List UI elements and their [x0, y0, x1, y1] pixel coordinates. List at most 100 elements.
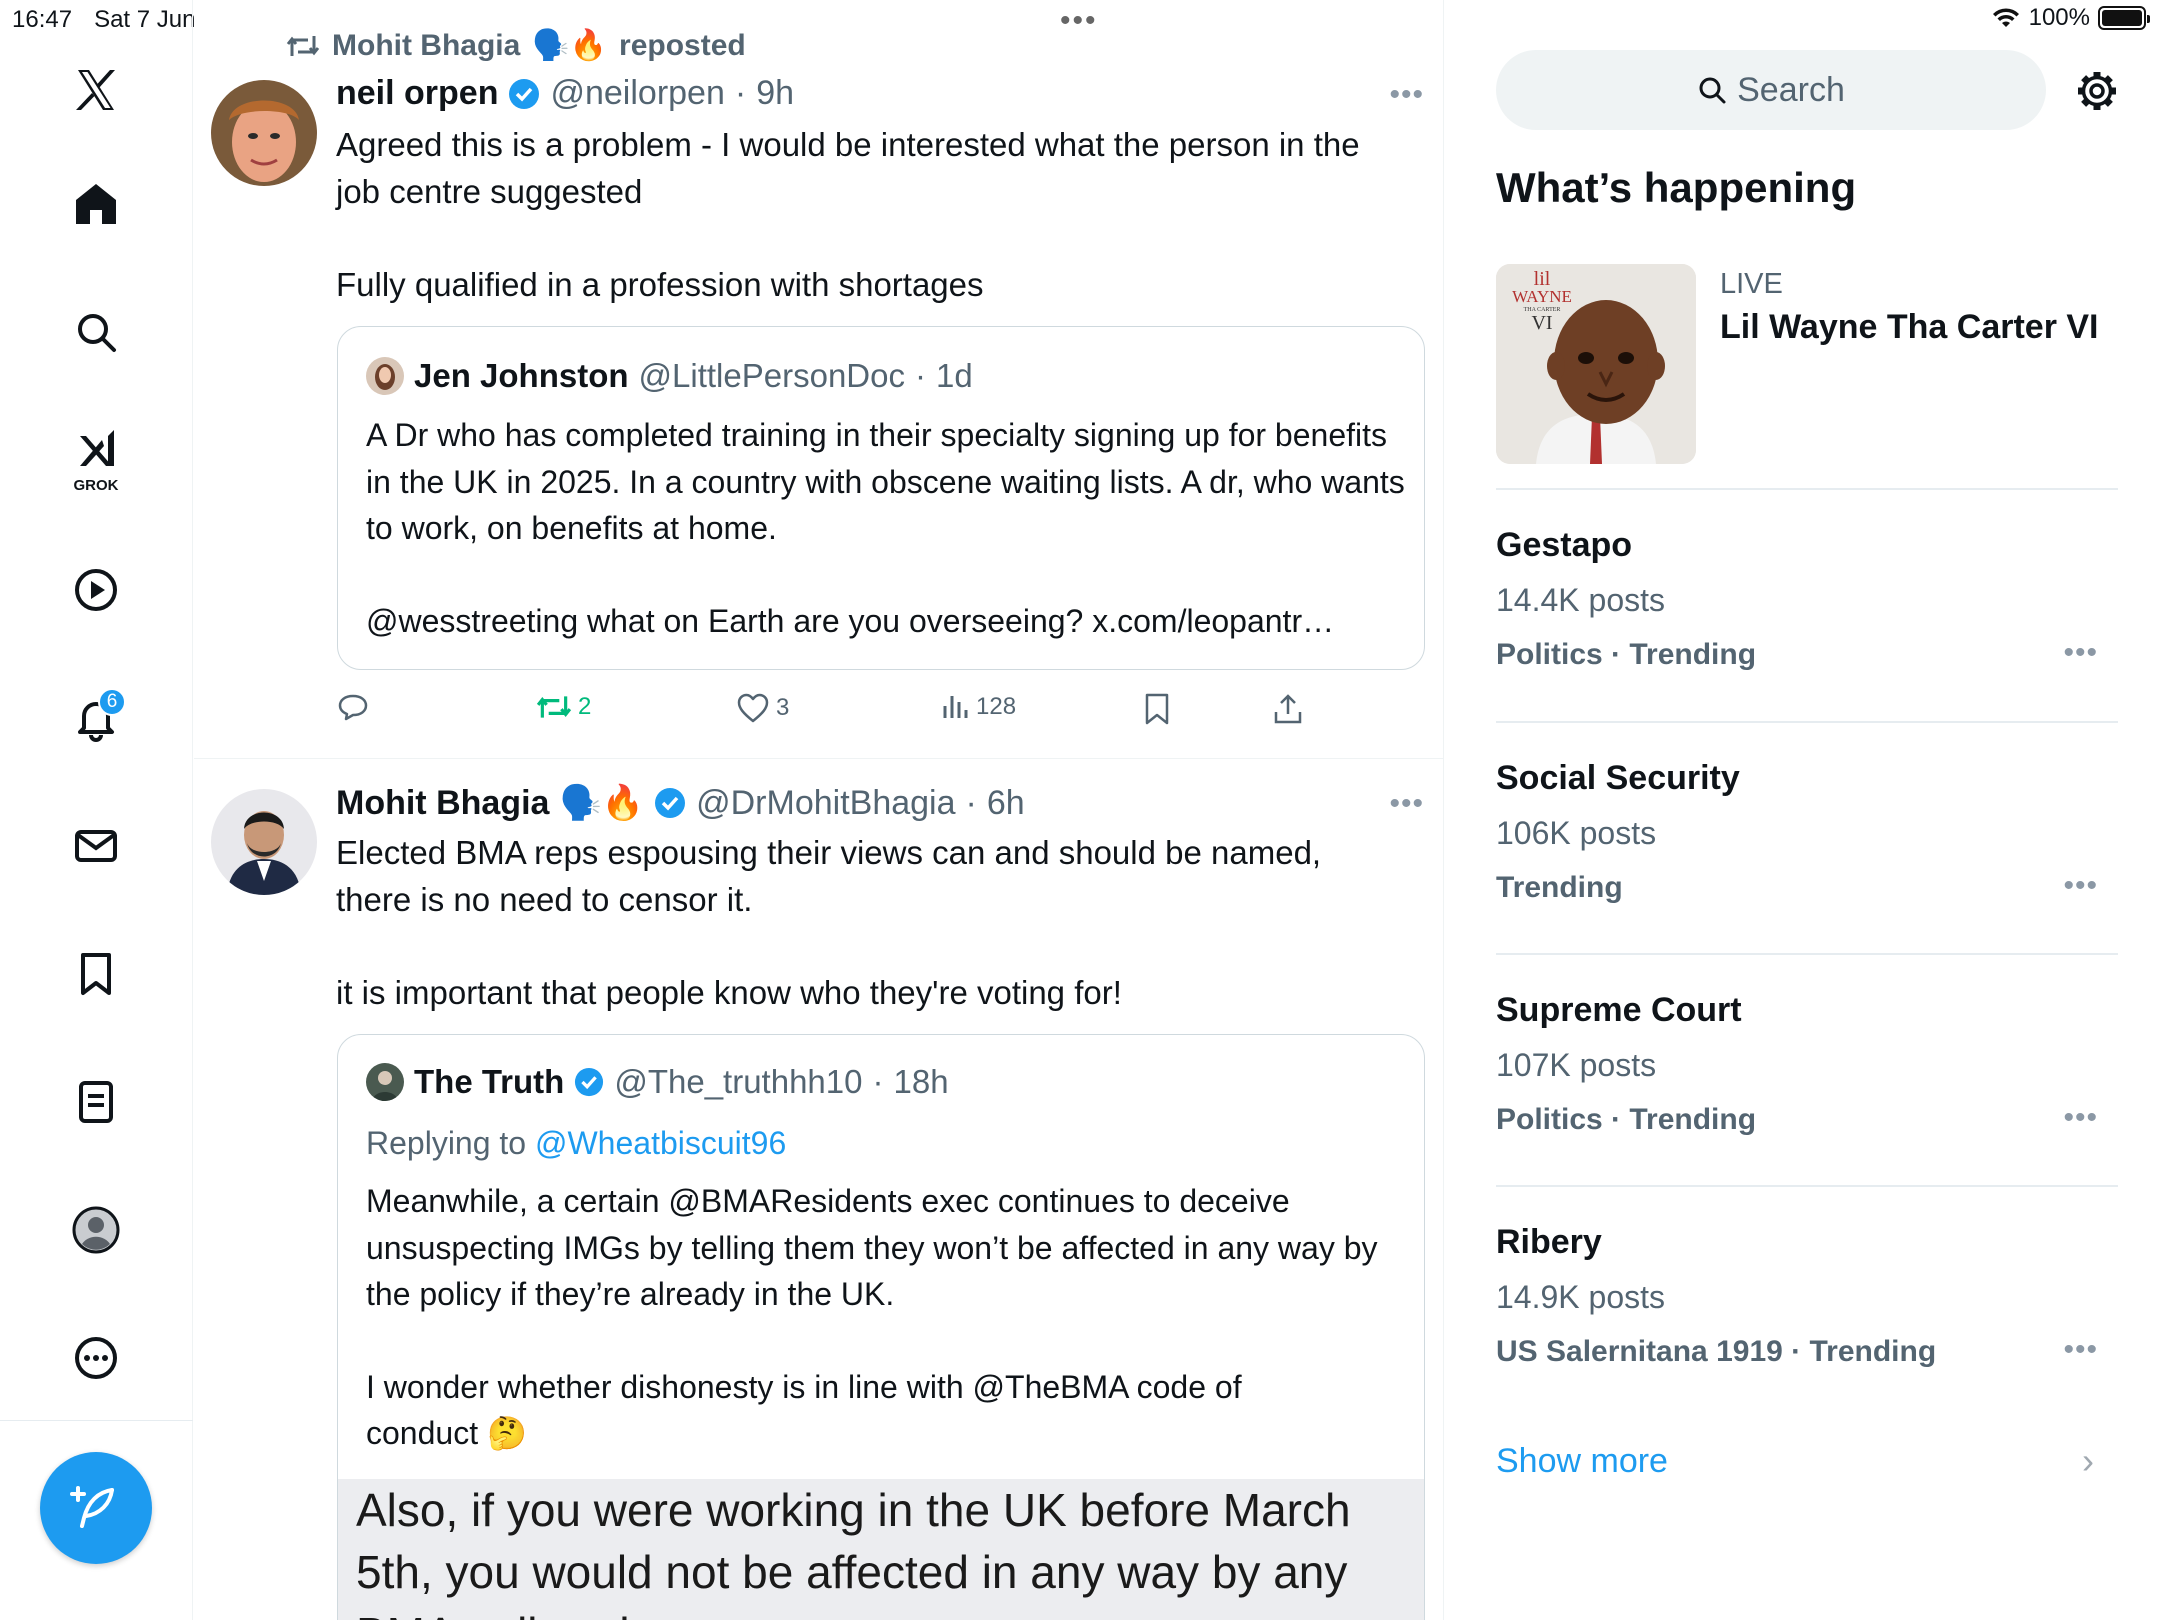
quote-header: The Truth @The_truthhh10 · 18h [366, 1063, 949, 1101]
grok-label: GROK [73, 477, 119, 494]
trend-divider [1496, 1185, 2118, 1187]
compose-post-button[interactable] [40, 1452, 152, 1564]
replying-to-link[interactable]: @Wheatbiscuit96 [535, 1125, 786, 1161]
trend-more-icon[interactable]: ••• [2063, 1333, 2098, 1367]
avatar[interactable] [211, 80, 317, 186]
quote-avatar [366, 1063, 404, 1101]
like-count: 3 [776, 694, 790, 721]
quote-time: 18h [893, 1063, 949, 1100]
quoted-tweet[interactable]: The Truth @The_truthhh10 · 18h Replying … [337, 1034, 1425, 1620]
trend-item[interactable]: Supreme Court 107K posts Politics · Tren… [1496, 991, 2118, 1137]
quote-text-paragraph-1: A Dr who has completed training in their… [366, 417, 1405, 546]
trend-name: Supreme Court [1496, 991, 1742, 1029]
search-icon [1699, 77, 1726, 104]
reply-button[interactable] [336, 692, 370, 726]
header-separator: · [734, 74, 747, 112]
share-icon [1274, 694, 1302, 724]
quote-text-paragraph-2: @wesstreeting what on Earth are you over… [366, 602, 1335, 639]
trend-more-icon[interactable]: ••• [2063, 869, 2098, 903]
share-button[interactable] [1272, 692, 1304, 726]
quote-replying-line: Replying to @Wheatbiscuit96 [366, 1120, 1406, 1167]
home-icon[interactable] [56, 164, 136, 244]
album-text-wayne: WAYNE [1512, 287, 1572, 306]
tweet-more-icon[interactable]: ••• [1389, 78, 1424, 112]
views-bar-chart-icon [943, 696, 968, 718]
like-button[interactable]: 3 [736, 692, 789, 724]
video-play-icon[interactable] [56, 550, 136, 630]
tweet-header: neil orpen @neilorpen · 9h [336, 74, 794, 113]
repost-count: 2 [578, 693, 592, 720]
quote-author-handle[interactable]: @The_truthhh10 [614, 1063, 862, 1101]
tweet-header: Mohit Bhagia 🗣️🔥 @DrMohitBhagia · 6h [336, 783, 1025, 823]
repost-author[interactable]: Mohit Bhagia [332, 29, 520, 63]
quote-time: 1d [935, 357, 973, 394]
show-more-link[interactable]: Show more [1496, 1442, 1668, 1481]
live-event-card[interactable]: lil WAYNE THA CARTER VI LIVE Lil Wayne T… [1496, 264, 2116, 464]
trend-post-count: 14.4K posts [1496, 582, 1665, 618]
replying-to-prefix: Replying to [366, 1125, 527, 1161]
trend-item[interactable]: Gestapo 14.4K posts Politics · Trending … [1496, 526, 2118, 672]
bookmark-button[interactable] [1142, 692, 1172, 726]
trend-item[interactable]: Ribery 14.9K posts US Salernitana 1919 ·… [1496, 1223, 2118, 1369]
tweet-more-icon[interactable]: ••• [1389, 787, 1424, 821]
quote-author-name[interactable]: The Truth [414, 1063, 564, 1101]
tweet-time[interactable]: 6h [987, 784, 1025, 823]
quote-text-paragraph-1: Meanwhile, a certain @BMAResidents exec … [366, 1183, 1378, 1312]
views-count: 128 [976, 693, 1017, 720]
quote-author-name[interactable]: Jen Johnston [414, 357, 629, 395]
quote-author-handle[interactable]: @LittlePersonDoc [639, 357, 905, 395]
quote-text: A Dr who has completed training in their… [366, 412, 1406, 644]
trend-item[interactable]: Social Security 106K posts Trending ••• [1496, 759, 2118, 905]
notifications-bell-icon[interactable]: 6 [56, 678, 136, 758]
chevron-right-icon[interactable]: › [2082, 1440, 2094, 1482]
quote-separator: · [872, 1063, 884, 1100]
quote-separator: · [914, 357, 926, 394]
album-text-lil: lil [1533, 268, 1551, 290]
left-nav: GROK 6 [0, 0, 193, 1620]
x-logo-icon[interactable] [56, 50, 136, 130]
repost-button[interactable]: 2 [536, 692, 591, 722]
verified-badge-icon [509, 78, 540, 109]
header-separator: · [965, 783, 977, 822]
bookmark-icon [1145, 693, 1169, 725]
settings-gear-icon[interactable] [2074, 68, 2120, 114]
author-name[interactable]: Mohit Bhagia [336, 784, 549, 823]
trend-name: Social Security [1496, 759, 1740, 797]
author-name[interactable]: neil orpen [336, 74, 498, 113]
heart-icon [737, 693, 769, 723]
live-event-title[interactable]: Lil Wayne Tha Carter VI [1720, 308, 2099, 347]
timeline-feed[interactable]: Mohit Bhagia 🗣️🔥 reposted neil orpen @ne… [194, 0, 1444, 1620]
avatar[interactable] [211, 789, 317, 895]
tweet-mohit-bhagia[interactable]: Mohit Bhagia 🗣️🔥 @DrMohitBhagia · 6h •••… [194, 759, 1443, 1620]
grok-icon[interactable]: GROK [56, 418, 136, 498]
author-handle[interactable]: @neilorpen [550, 74, 724, 113]
messages-envelope-icon[interactable] [56, 806, 136, 886]
author-handle[interactable]: @DrMohitBhagia [696, 784, 955, 823]
quoted-tweet[interactable]: Jen Johnston @LittlePersonDoc · 1d A Dr … [337, 326, 1425, 670]
search-input[interactable]: Search [1496, 50, 2046, 130]
trend-more-icon[interactable]: ••• [2063, 636, 2098, 670]
repost-context: Mohit Bhagia 🗣️🔥 reposted [286, 28, 746, 63]
bookmarks-icon[interactable] [56, 934, 136, 1014]
trend-divider [1496, 953, 2118, 955]
verified-badge-icon [575, 1067, 604, 1097]
quote-image-text: Also, if you were working in the UK befo… [356, 1484, 1351, 1620]
tweet-text-paragraph-2: it is important that people know who the… [336, 974, 1122, 1011]
quote-attached-image[interactable]: Also, if you were working in the UK befo… [338, 1479, 1424, 1620]
tweet-text-paragraph-1: Elected BMA reps espousing their views c… [336, 834, 1322, 918]
more-options-icon[interactable] [56, 1318, 136, 1398]
tweet-time[interactable]: 9h [756, 74, 794, 113]
reply-icon [338, 694, 368, 721]
profile-avatar-icon[interactable] [56, 1190, 136, 1270]
explore-search-icon[interactable] [56, 292, 136, 372]
tweet-neil-orpen[interactable]: Mohit Bhagia 🗣️🔥 reposted neil orpen @ne… [194, 0, 1443, 758]
repost-active-icon [536, 696, 572, 718]
right-sidebar: Search What’s happening lil WAYNE THA CA… [1446, 0, 2160, 1620]
views-button[interactable]: 128 [940, 692, 1016, 722]
trend-more-icon[interactable]: ••• [2063, 1101, 2098, 1135]
tweet-actions: 2 3 128 [336, 692, 1396, 732]
tweet-text: Elected BMA reps espousing their views c… [336, 829, 1396, 1016]
lists-icon[interactable] [56, 1062, 136, 1142]
search-placeholder: Search [1737, 70, 1845, 109]
tweet-text: Agreed this is a problem - I would be in… [336, 121, 1396, 308]
